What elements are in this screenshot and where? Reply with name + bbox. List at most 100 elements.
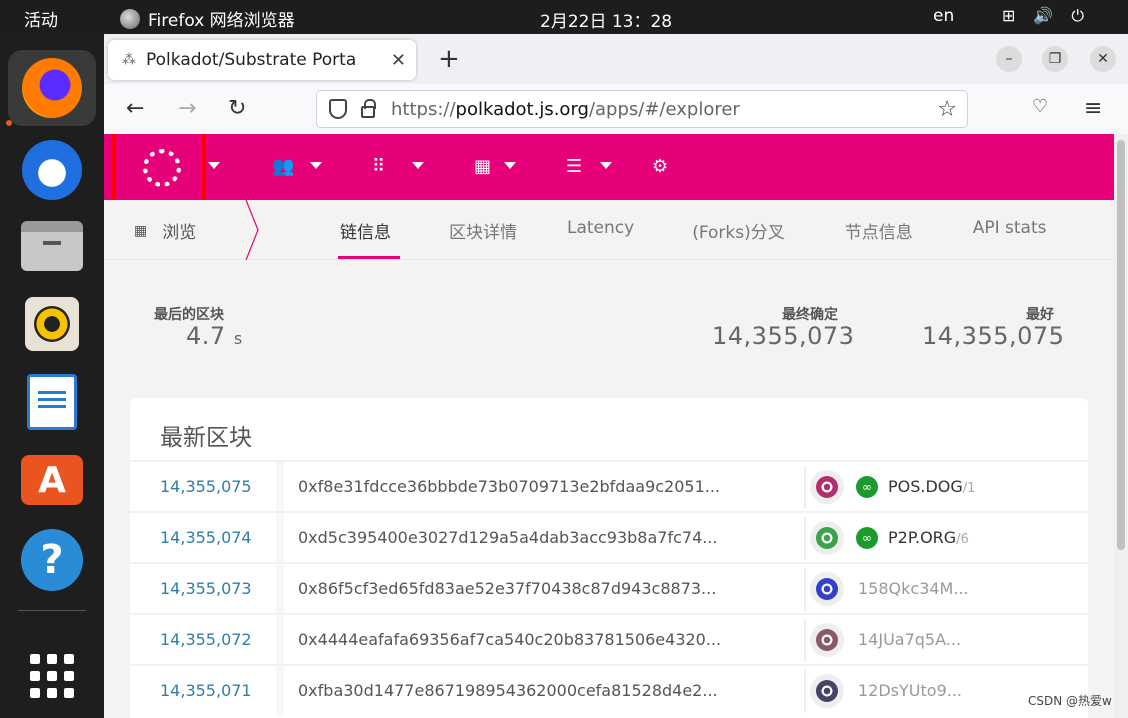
cell-separator	[276, 666, 284, 715]
new-tab-button[interactable]: +	[438, 44, 460, 74]
dock-help[interactable]: ?	[8, 522, 96, 598]
cell-separator	[276, 513, 284, 562]
tab-chain-info[interactable]: 链信息	[340, 218, 391, 243]
network-menu-icon[interactable]: ⠿	[372, 156, 385, 177]
firefox-icon	[22, 58, 82, 118]
table-row[interactable]: 14,355,074 0xd5c395400e3027d129a5a4dab3ac…	[130, 511, 1088, 562]
system-menu[interactable]: ⊞ 🔊 ⏻	[1002, 6, 1084, 26]
forward-button[interactable]: →	[178, 96, 196, 121]
bookmark-star-icon[interactable]: ☆	[937, 97, 957, 122]
scrollbar-thumb[interactable]	[1117, 140, 1125, 550]
author-address[interactable]: 12DsYUto9...	[858, 681, 962, 700]
author-name[interactable]: POS.DOG/1	[888, 477, 975, 496]
verified-identity-icon: ∞	[856, 526, 878, 549]
table-row[interactable]: 14,355,075 0xf8e31fdcce36bbbde73b0709713e…	[130, 460, 1088, 511]
author-identicon[interactable]	[810, 622, 844, 657]
tab-api-stats[interactable]: API stats	[973, 218, 1047, 243]
url-bar[interactable]: https://polkadot.js.org/apps/#/explorer …	[316, 90, 968, 128]
block-number-link[interactable]: 14,355,073	[160, 579, 252, 598]
chevron-down-icon[interactable]	[412, 162, 424, 169]
active-tab-indicator	[338, 256, 400, 259]
input-language[interactable]: en	[933, 6, 954, 26]
last-block-label: 最后的区块	[154, 307, 224, 323]
show-apps-button[interactable]	[30, 654, 74, 698]
table-row[interactable]: 14,355,071 0xfba30d1477e867198954362000ce…	[130, 664, 1088, 715]
chevron-down-icon[interactable]	[310, 162, 322, 169]
column-divider	[804, 670, 806, 713]
dock-rhythmbox[interactable]	[8, 286, 96, 362]
finalized-value: 14,355,073	[712, 322, 855, 350]
lock-icon[interactable]	[361, 99, 376, 118]
volume-icon: 🔊	[1033, 6, 1054, 25]
block-number-link[interactable]: 14,355,071	[160, 681, 252, 700]
chevron-down-icon[interactable]	[208, 162, 220, 169]
author-name[interactable]: P2P.ORG/6	[888, 528, 969, 547]
close-tab-icon[interactable]: ✕	[391, 50, 406, 71]
tab-forks[interactable]: (Forks)分叉	[692, 218, 785, 243]
column-divider	[804, 517, 806, 560]
tab-title: Polkadot/Substrate Porta	[146, 50, 357, 70]
dock-writer[interactable]	[8, 364, 96, 440]
block-hash: 0x4444eafafa69356af7ca540c20b83781506e43…	[298, 630, 722, 649]
page-content: 👥 ⠿ ▦ ☰ ⚙ ▦ 浏览 链信息 区块详情 Latency (Forks)分…	[104, 134, 1128, 718]
maximize-button[interactable]: ❐	[1042, 46, 1068, 72]
rhythmbox-icon	[25, 297, 79, 351]
settings-gear-icon[interactable]: ⚙	[652, 156, 668, 177]
help-icon: ?	[21, 529, 83, 591]
column-divider	[804, 568, 806, 611]
developer-menu-icon[interactable]: ☰	[566, 156, 582, 177]
activities-button[interactable]: 活动	[24, 6, 58, 31]
pocket-icon[interactable]: ♡	[1032, 96, 1048, 117]
author-identicon[interactable]	[810, 673, 844, 708]
block-hash: 0xfba30d1477e867198954362000cefa81528d4e…	[298, 681, 718, 700]
table-row[interactable]: 14,355,073 0x86f5cf3ed65fd83ae52e37f70438…	[130, 562, 1088, 613]
network-icon: ⊞	[1002, 6, 1016, 25]
accounts-menu-icon[interactable]: 👥	[272, 156, 294, 177]
table-row[interactable]: 14,355,072 0x4444eafafa69356af7ca540c20b8…	[130, 613, 1088, 664]
app-name: Firefox 网络浏览器	[148, 11, 295, 31]
block-hash: 0x86f5cf3ed65fd83ae52e37f70438c87d943c88…	[298, 579, 717, 598]
dock-files[interactable]	[8, 208, 96, 284]
tab-polkadot[interactable]: ⁂ Polkadot/Substrate Porta ✕	[108, 40, 416, 80]
dock-thunderbird[interactable]	[8, 132, 96, 208]
author-address[interactable]: 158Qkc34M...	[858, 579, 969, 598]
best-value: 14,355,075	[922, 322, 1065, 350]
recent-blocks-title: 最新区块	[160, 425, 252, 451]
app-menu[interactable]: Firefox 网络浏览器	[120, 6, 295, 31]
clock[interactable]: 2月22日 13：28	[540, 7, 672, 32]
close-window-button[interactable]: ✕	[1090, 46, 1116, 72]
block-number-link[interactable]: 14,355,074	[160, 528, 252, 547]
grid-icon: ▦	[134, 222, 149, 239]
author-identicon[interactable]	[810, 571, 844, 606]
block-hash: 0xd5c395400e3027d129a5a4dab3acc93b8a7fc7…	[298, 528, 718, 547]
reload-button[interactable]: ↻	[228, 96, 246, 121]
browse-section[interactable]: ▦ 浏览	[134, 218, 196, 244]
block-number-link[interactable]: 14,355,075	[160, 477, 252, 496]
thunderbird-icon	[22, 140, 82, 200]
dock-software[interactable]: A	[8, 442, 96, 518]
chevron-down-icon[interactable]	[600, 162, 612, 169]
url-text[interactable]: https://polkadot.js.org/apps/#/explorer	[391, 99, 937, 120]
tracking-shield-icon[interactable]	[329, 99, 347, 119]
author-address[interactable]: 14JUa7q5A...	[858, 630, 961, 649]
firefox-icon	[120, 8, 140, 29]
tab-block-details[interactable]: 区块详情	[449, 218, 517, 243]
minimize-button[interactable]: –	[996, 46, 1022, 72]
sub-navigation: ▦ 浏览 链信息 区块详情 Latency (Forks)分叉 节点信息 API…	[104, 200, 1114, 260]
governance-menu-icon[interactable]: ▦	[474, 156, 491, 177]
page-scrollbar[interactable]	[1114, 134, 1128, 718]
chevron-down-icon[interactable]	[504, 162, 516, 169]
author-identicon[interactable]	[810, 469, 844, 504]
best-label: 最好	[1026, 307, 1054, 323]
tab-node-info[interactable]: 节点信息	[845, 218, 913, 243]
dock-firefox[interactable]	[8, 50, 96, 126]
author-identicon[interactable]	[810, 520, 844, 555]
hamburger-menu-icon[interactable]: ≡	[1084, 96, 1102, 121]
software-store-icon: A	[21, 455, 83, 505]
back-button[interactable]: ←	[126, 96, 144, 121]
breadcrumb-chevron-icon	[245, 200, 259, 260]
block-number-link[interactable]: 14,355,072	[160, 630, 252, 649]
tab-latency[interactable]: Latency	[567, 218, 634, 243]
verified-identity-icon: ∞	[856, 475, 878, 498]
last-block-value: 4.7 s	[186, 322, 243, 350]
